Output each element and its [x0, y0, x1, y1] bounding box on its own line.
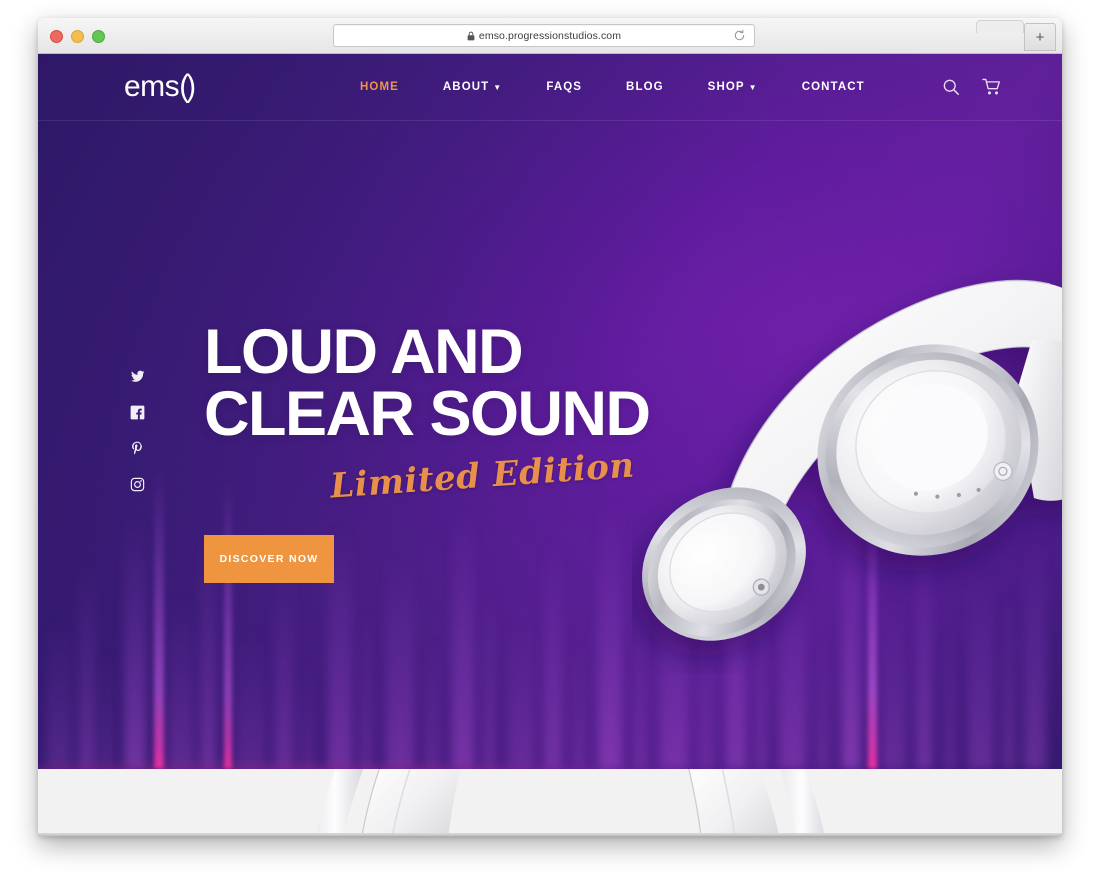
nav-label: HOME — [360, 81, 399, 93]
equalizer-bar — [868, 459, 877, 769]
nav-label: FAQS — [546, 81, 583, 93]
twitter-icon[interactable] — [130, 369, 145, 384]
equalizer-bar — [1024, 539, 1046, 769]
equalizer-bar — [660, 564, 688, 769]
equalizer-bar — [816, 634, 830, 769]
new-tab-button[interactable]: + — [1024, 23, 1056, 51]
chevron-down-icon: ▼ — [748, 83, 758, 92]
equalizer-bar — [484, 584, 494, 769]
nav-item-faqs[interactable]: FAQS — [524, 81, 604, 93]
equalizer-bar — [224, 479, 232, 769]
site-logo[interactable]: ems() — [124, 68, 196, 106]
hero-title-line-1: LOUD AND — [204, 317, 524, 387]
logo-mark-icon: () — [179, 69, 196, 104]
browser-toolbar: emso.progressionstudios.com + — [38, 18, 1062, 54]
discover-now-button[interactable]: DISCOVER NOW — [204, 535, 334, 583]
header-actions — [942, 54, 1000, 120]
pinterest-icon[interactable] — [130, 441, 145, 456]
equalizer-bar — [916, 529, 932, 769]
hero-subtitle-script: Limited Edition — [328, 445, 636, 507]
browser-window: emso.progressionstudios.com + ems() HOME… — [38, 18, 1062, 836]
page-bottom-edge — [38, 833, 1062, 836]
equalizer-bar — [168, 594, 194, 769]
hero-section: ems() HOME ABOUT ▼ FAQS BLOG SHOP ▼ CONT… — [38, 54, 1062, 769]
hero-title: LOUD AND CLEAR SOUND — [204, 317, 651, 449]
reload-icon[interactable] — [733, 29, 746, 42]
equalizer-bar — [386, 554, 414, 769]
nav-item-blog[interactable]: BLOG — [604, 81, 686, 93]
lock-icon — [467, 31, 475, 41]
nav-label: ABOUT — [442, 81, 490, 93]
main-navigation: HOME ABOUT ▼ FAQS BLOG SHOP ▼ CONTACT — [338, 54, 887, 120]
equalizer-bar — [726, 519, 746, 769]
equalizer-bar — [572, 644, 586, 769]
equalizer-bar — [274, 569, 294, 769]
equalizer-glow — [38, 751, 1062, 769]
hero-title-line-2: CLEAR SOUND — [204, 378, 651, 449]
nav-item-home[interactable]: HOME — [338, 81, 421, 93]
logo-text: ems — [124, 70, 180, 103]
equalizer-bar — [508, 619, 534, 769]
below-fold-section — [38, 769, 1062, 836]
equalizer-bar — [300, 659, 314, 769]
nav-item-about[interactable]: ABOUT ▼ — [421, 81, 524, 93]
url-text: emso.progressionstudios.com — [478, 29, 622, 42]
minimize-window-button[interactable] — [71, 30, 84, 43]
nav-label: BLOG — [626, 81, 664, 93]
equalizer-bar — [78, 564, 96, 769]
equalizer-bar — [154, 469, 164, 769]
equalizer-bar — [882, 599, 906, 769]
equalizer-bar — [46, 619, 72, 769]
hero-content: LOUD AND CLEAR SOUND Limited Edition DIS… — [204, 317, 651, 583]
equalizer-bar — [544, 539, 562, 769]
social-links-rail — [130, 369, 145, 492]
equalizer-bar — [424, 639, 440, 769]
equalizer-bar — [698, 629, 714, 769]
facebook-icon[interactable] — [130, 405, 145, 420]
zoom-window-button[interactable] — [92, 30, 105, 43]
search-icon[interactable] — [942, 78, 960, 96]
address-bar[interactable]: emso.progressionstudios.com — [333, 24, 755, 47]
equalizer-bar — [236, 629, 266, 769]
nav-label: SHOP — [707, 81, 745, 93]
window-controls — [50, 30, 105, 43]
close-window-button[interactable] — [50, 30, 63, 43]
tab-strip-ghost — [976, 20, 1024, 33]
equalizer-bar — [452, 504, 474, 769]
nav-label: CONTACT — [801, 81, 865, 93]
equalizer-bar — [944, 624, 956, 769]
website-viewport: ems() HOME ABOUT ▼ FAQS BLOG SHOP ▼ CONT… — [38, 54, 1062, 836]
equalizer-bar — [842, 484, 860, 769]
nav-item-shop[interactable]: SHOP ▼ — [686, 81, 780, 93]
equalizer-bar — [756, 589, 766, 769]
equalizer-bar — [968, 569, 994, 769]
nav-item-contact[interactable]: CONTACT — [780, 81, 887, 93]
equalizer-bar — [124, 514, 146, 769]
below-fold-headphones-image — [38, 769, 1062, 836]
equalizer-bar — [100, 649, 114, 769]
equalizer-bar — [1002, 594, 1016, 769]
equalizer-bar — [634, 604, 646, 769]
equalizer-bar — [780, 554, 806, 769]
hero-headphones-image — [632, 244, 1062, 674]
desktop-backdrop: emso.progressionstudios.com + ems() HOME… — [0, 0, 1100, 894]
instagram-icon[interactable] — [130, 477, 145, 492]
site-header: ems() HOME ABOUT ▼ FAQS BLOG SHOP ▼ CONT… — [38, 54, 1062, 121]
equalizer-bar — [598, 499, 622, 769]
chevron-down-icon: ▼ — [493, 83, 503, 92]
equalizer-bar — [360, 609, 372, 769]
cart-icon[interactable] — [982, 78, 1000, 96]
